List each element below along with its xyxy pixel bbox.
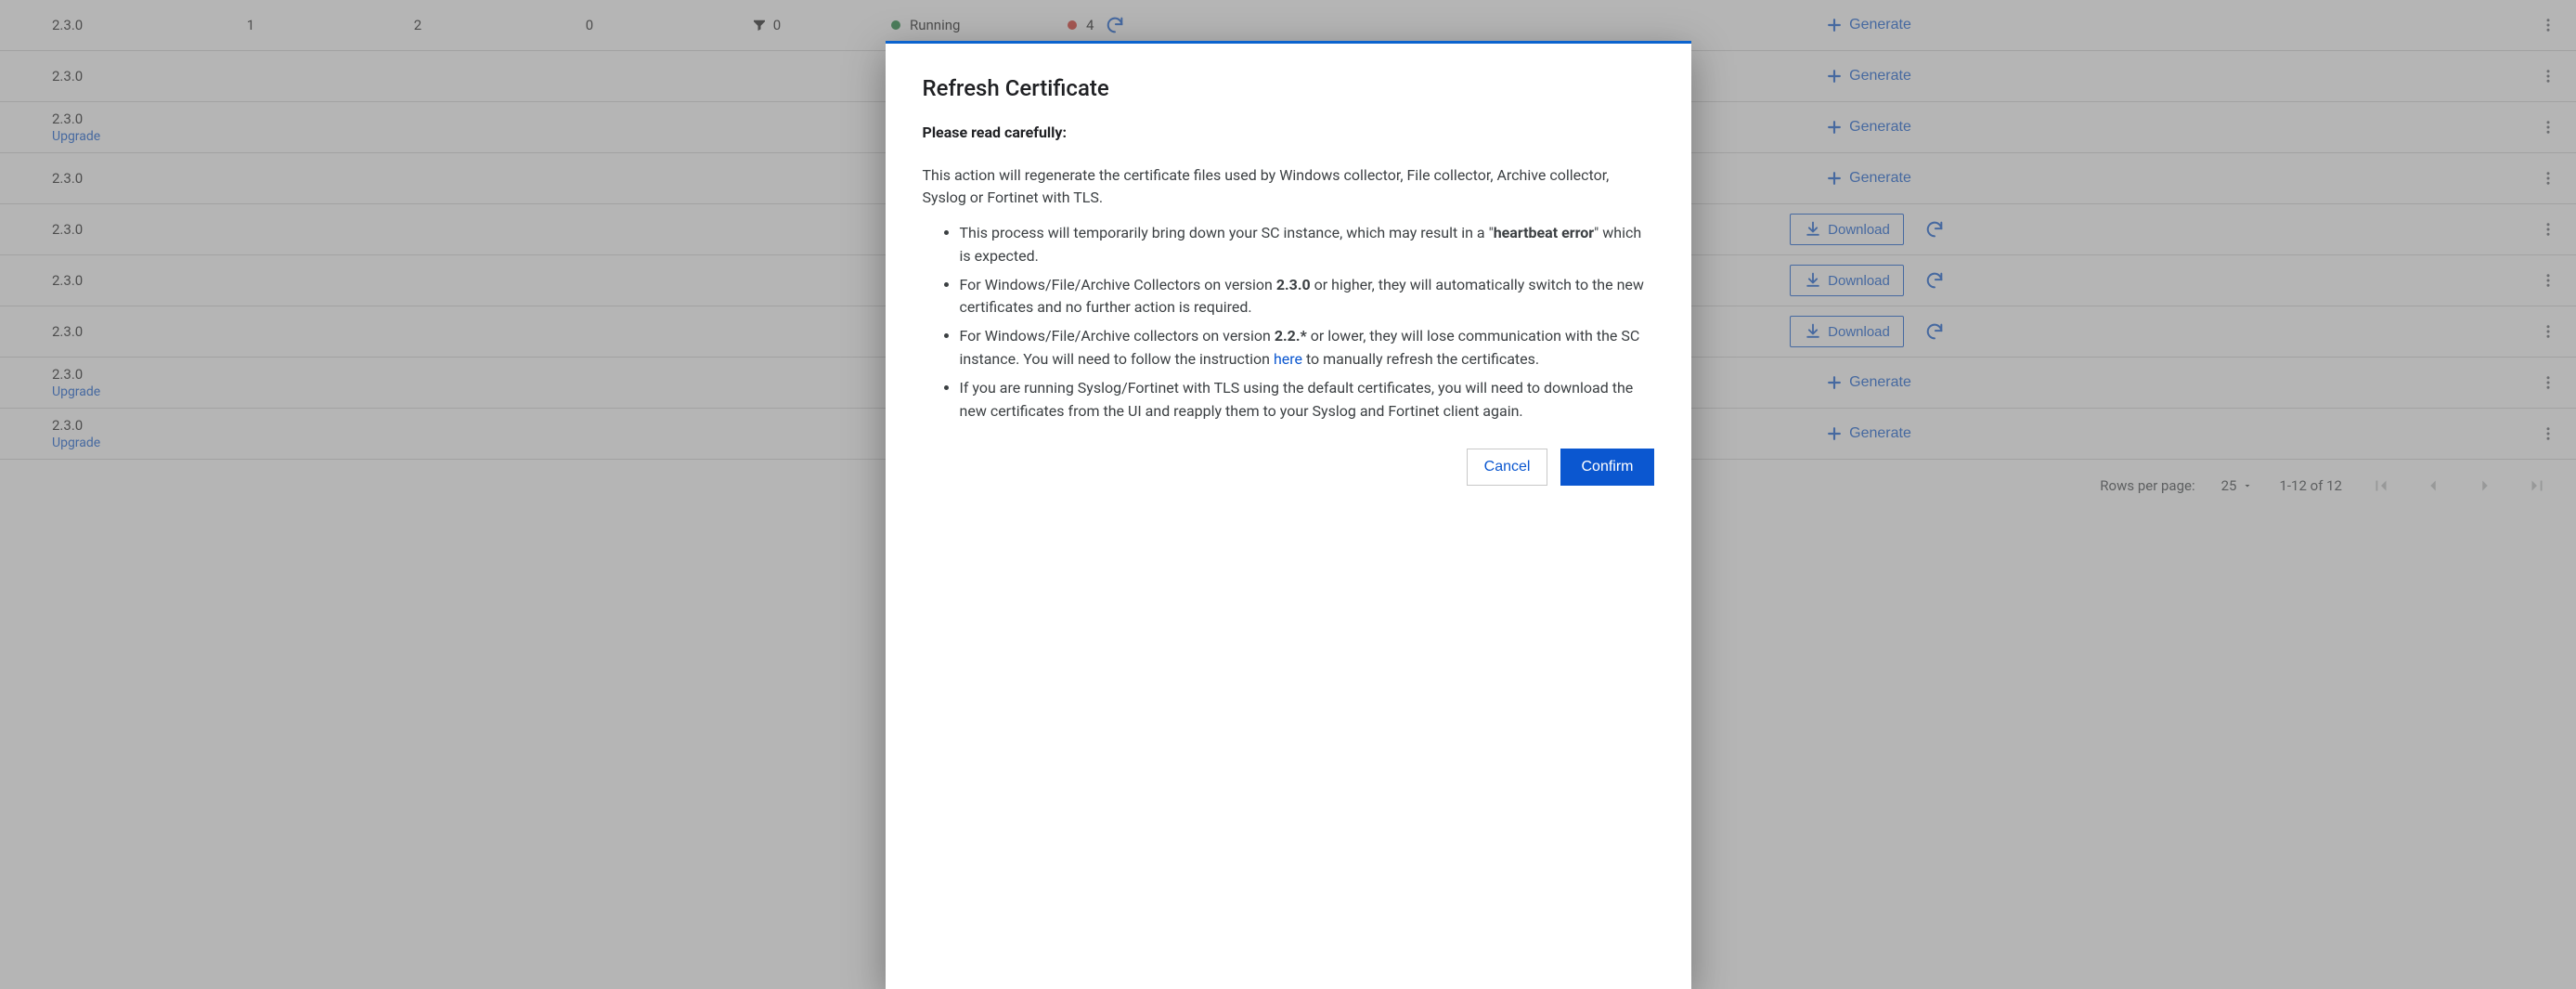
dialog-title: Refresh Certificate (923, 75, 1654, 101)
dialog-bullet: If you are running Syslog/Fortinet with … (960, 377, 1654, 423)
dialog-bullet-list: This process will temporarily bring down… (923, 222, 1654, 423)
dialog-body-text: This action will regenerate the certific… (923, 164, 1654, 209)
modal-overlay: Refresh Certificate Please read carefull… (0, 0, 2576, 989)
refresh-certificate-dialog: Refresh Certificate Please read carefull… (886, 41, 1691, 989)
confirm-button[interactable]: Confirm (1560, 449, 1653, 486)
dialog-bullet: This process will temporarily bring down… (960, 222, 1654, 268)
bullet-bold-text: heartbeat error (1494, 224, 1594, 241)
instructions-link[interactable]: here (1274, 350, 1302, 368)
dialog-bullet: For Windows/File/Archive Collectors on v… (960, 274, 1654, 320)
dialog-actions: Cancel Confirm (923, 449, 1654, 486)
dialog-lead: Please read carefully: (923, 122, 1654, 144)
dialog-bullet: For Windows/File/Archive collectors on v… (960, 325, 1654, 371)
cancel-button[interactable]: Cancel (1467, 449, 1548, 486)
bullet-bold-text: 2.3.0 (1276, 276, 1311, 293)
bullet-bold-text: 2.2.* (1275, 327, 1307, 345)
